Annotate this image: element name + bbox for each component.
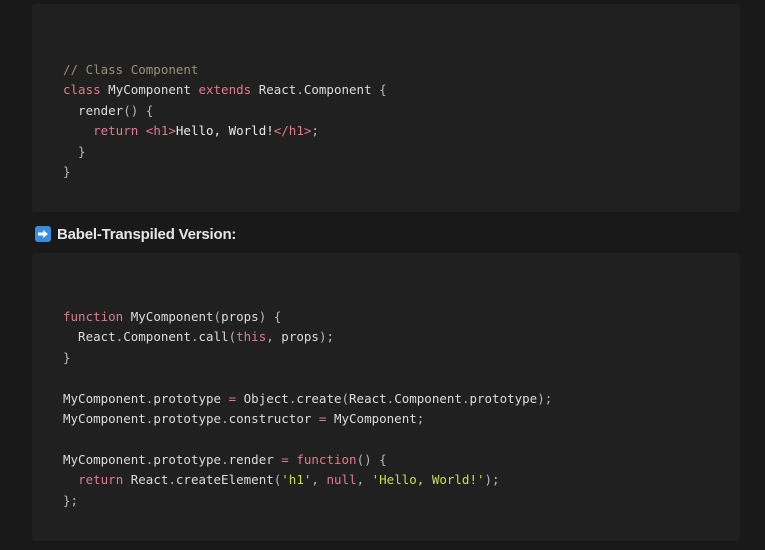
code-token-punc: . xyxy=(168,472,176,488)
code-line: MyComponent.prototype.render = function(… xyxy=(63,450,740,470)
code-token-punc: ); xyxy=(318,329,334,345)
code-token-ident xyxy=(138,123,146,138)
code-token-ident xyxy=(63,123,93,138)
code-token-keyword: class xyxy=(63,82,101,98)
code-token-tag: </h1> xyxy=(273,123,312,139)
code-token-punc: ( xyxy=(228,329,237,345)
code-line: } xyxy=(63,162,740,182)
code-token-ident: MyComponent xyxy=(123,309,214,324)
code-token-string: 'h1' xyxy=(281,472,312,488)
code-block-babel-transpiled: function MyComponent(props) { React.Comp… xyxy=(32,253,740,541)
code-token-punc: . xyxy=(221,410,229,426)
code-line: MyComponent.prototype.constructor = MyCo… xyxy=(63,409,740,429)
code-token-ident: Component xyxy=(303,82,380,98)
code-token-text: Hello, World! xyxy=(175,123,274,139)
code-line: class MyComponent extends React.Componen… xyxy=(63,80,740,100)
code-token-punc: ; xyxy=(416,410,425,426)
code-token-punc: , xyxy=(356,472,372,488)
code-token-ident: props xyxy=(281,329,319,345)
code-token-punc: ) { xyxy=(258,309,282,324)
code-line: render() { xyxy=(63,101,740,121)
code-token-keyword: = xyxy=(281,451,289,467)
code-token-ident: Object xyxy=(236,390,289,406)
code-token-keyword: return xyxy=(93,123,139,139)
code-token-ident: MyComponent xyxy=(63,451,146,467)
code-token-keyword: function xyxy=(296,451,357,467)
code-token-ident: MyComponent xyxy=(63,390,146,406)
code-token-punc: () { xyxy=(356,451,387,467)
code-token-punc: } xyxy=(63,349,71,365)
code-token-punc: ); xyxy=(484,472,500,488)
code-token-punc: ; xyxy=(311,123,319,139)
code-line: React.Component.call(this, props); xyxy=(63,327,740,347)
code-token-keyword: = xyxy=(228,390,237,406)
code-line: return <h1>Hello, World!</h1>; xyxy=(63,121,740,141)
code-token-ident xyxy=(63,472,78,487)
code-token-ident: Component xyxy=(394,390,462,406)
code-token-keyword: function xyxy=(63,309,124,324)
code-token-ident: React xyxy=(63,329,116,345)
code-token-ident: React xyxy=(123,472,169,488)
code-line: return React.createElement('h1', null, '… xyxy=(63,470,740,490)
code-token-punc: . xyxy=(296,82,304,98)
code-token-punc: ); xyxy=(537,390,553,406)
code-token-ident: call xyxy=(198,329,229,345)
code-token-punc: }; xyxy=(63,492,79,508)
code-block-class-component: // Class Component class MyComponent exte… xyxy=(32,4,740,212)
code-token-punc: } xyxy=(63,143,86,159)
code-token-string: 'Hello, World!' xyxy=(371,472,485,488)
code-token-ident: props xyxy=(221,309,259,324)
code-token-ident: MyComponent xyxy=(100,82,199,98)
code-token-ident: render xyxy=(228,451,282,467)
code-line: } xyxy=(63,142,740,162)
code-token-ident: React xyxy=(251,82,297,98)
code-token-ident: React xyxy=(349,390,387,406)
code-token-keyword: this xyxy=(236,329,267,345)
code-token-punc: . xyxy=(221,451,229,467)
code-token-ident: prototype xyxy=(153,390,229,406)
code-token-punc: { xyxy=(379,82,387,98)
code-line: // Class Component xyxy=(63,60,740,80)
code-token-keyword: extends xyxy=(198,82,252,98)
code-token-punc: , xyxy=(311,472,327,488)
right-arrow-icon xyxy=(35,226,51,242)
code-token-ident: constructor xyxy=(228,410,319,426)
code-token-punc: } xyxy=(63,163,71,179)
heading-text: Babel-Transpiled Version: xyxy=(57,225,237,243)
code-token-keyword: return xyxy=(78,472,124,488)
code-token-ident: create xyxy=(296,390,342,406)
code-line: } xyxy=(63,348,740,368)
code-line: function MyComponent(props) { xyxy=(63,307,740,327)
code-token-ident: MyComponent xyxy=(63,410,146,426)
code-token-ident: prototype xyxy=(469,390,538,406)
code-token-comment: // Class Component xyxy=(63,62,199,77)
code-token-punc: ( xyxy=(213,309,222,324)
code-line: MyComponent.prototype = Object.create(Re… xyxy=(63,389,740,409)
code-token-ident: render xyxy=(63,102,124,118)
code-token-punc: , xyxy=(266,329,282,345)
code-token-ident: prototype xyxy=(153,451,222,467)
section-heading: Babel-Transpiled Version: xyxy=(35,224,236,244)
code-token-punc: () { xyxy=(123,102,154,118)
code-token-ident: MyComponent xyxy=(326,410,417,426)
code-token-ident: Component xyxy=(123,329,191,345)
code-token-tag: <h1> xyxy=(145,123,176,139)
code-token-ident: prototype xyxy=(153,410,222,426)
code-token-keyword: null xyxy=(326,472,357,488)
code-token-ident: createElement xyxy=(175,472,274,488)
code-line: }; xyxy=(63,491,740,511)
code-token-punc: ( xyxy=(341,390,350,406)
